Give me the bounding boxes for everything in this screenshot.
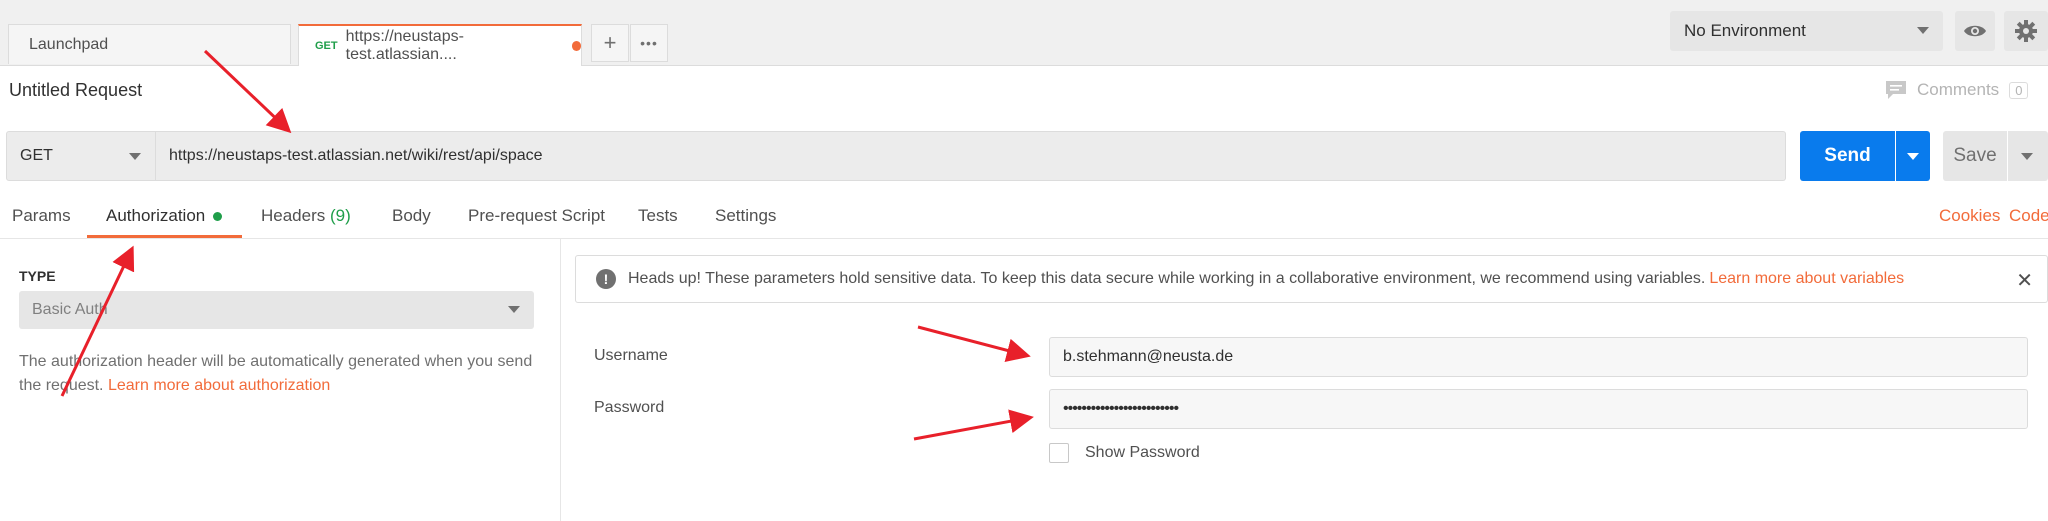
- alert-icon: !: [596, 269, 616, 289]
- save-options-button[interactable]: [2008, 131, 2048, 181]
- auth-type-select[interactable]: Basic Auth: [19, 291, 534, 329]
- more-tabs-button[interactable]: •••: [630, 24, 668, 62]
- warning-text: Heads up! These parameters hold sensitiv…: [628, 270, 1706, 287]
- tab-body[interactable]: Body: [392, 206, 431, 226]
- tab-request[interactable]: GET https://neustaps-test.atlassian....: [298, 24, 582, 66]
- method-select-value: GET: [20, 147, 53, 164]
- send-button[interactable]: Send: [1800, 131, 1895, 181]
- active-dot-icon: [213, 211, 223, 221]
- comment-icon: [1886, 81, 1906, 99]
- url-input[interactable]: https://neustaps-test.atlassian.net/wiki…: [156, 131, 1786, 181]
- password-field[interactable]: •••••••••••••••••••••••••: [1049, 389, 2028, 429]
- unsaved-dot-icon: [571, 41, 581, 51]
- method-select[interactable]: GET: [6, 131, 156, 181]
- divider: [0, 238, 2048, 239]
- tab-tests[interactable]: Tests: [638, 206, 678, 226]
- environment-select-value: No Environment: [1684, 21, 1806, 40]
- cookies-link[interactable]: Cookies: [1939, 206, 2000, 226]
- environment-settings-button[interactable]: [2004, 11, 2048, 51]
- tab-authorization[interactable]: Authorization: [106, 206, 223, 226]
- chevron-down-icon: [129, 153, 141, 160]
- chevron-down-icon: [508, 306, 520, 313]
- environment-select[interactable]: No Environment: [1670, 11, 1943, 51]
- sensitive-data-warning: ! Heads up! These parameters hold sensit…: [575, 255, 2048, 303]
- tab-launchpad[interactable]: Launchpad: [8, 24, 291, 64]
- tab-pre-request-script[interactable]: Pre-request Script: [468, 206, 605, 226]
- tab-request-title: https://neustaps-test.atlassian....: [345, 28, 464, 63]
- tab-launchpad-label: Launchpad: [29, 35, 109, 53]
- chevron-down-icon: [2021, 153, 2033, 160]
- username-field[interactable]: b.stehmann@neusta.de: [1049, 337, 2028, 377]
- gear-icon: [2015, 20, 2037, 42]
- tab-params[interactable]: Params: [12, 206, 71, 226]
- arrow-to-password: [913, 409, 1034, 441]
- learn-more-variables-link[interactable]: Learn more about variables: [1709, 270, 1904, 288]
- plus-icon: +: [603, 30, 617, 55]
- headers-count: (9): [330, 206, 351, 225]
- close-icon[interactable]: ✕: [2016, 268, 2033, 293]
- send-options-button[interactable]: [1896, 131, 1930, 181]
- eye-icon: [1964, 25, 1986, 37]
- tab-method-label: GET: [315, 40, 338, 52]
- password-label: Password: [594, 399, 665, 416]
- auth-type-value: Basic Auth: [32, 301, 108, 318]
- code-link[interactable]: Code: [2009, 206, 2048, 226]
- show-password-checkbox[interactable]: [1049, 443, 1069, 463]
- username-label: Username: [594, 347, 668, 364]
- auth-description: The authorization header will be automat…: [19, 350, 539, 398]
- comments-label: Comments: [1917, 80, 2000, 99]
- comments-button[interactable]: Comments 0: [1885, 80, 2029, 100]
- learn-more-authorization-link[interactable]: Learn more about authorization: [108, 377, 330, 394]
- arrow-to-username: [917, 325, 1031, 363]
- panel-divider: [560, 239, 561, 521]
- auth-type-label: TYPE: [19, 268, 56, 284]
- tab-settings[interactable]: Settings: [715, 206, 776, 226]
- url-input-value: https://neustaps-test.atlassian.net/wiki…: [169, 147, 543, 164]
- show-password-label: Show Password: [1085, 444, 1200, 461]
- tab-headers[interactable]: Headers (9): [261, 206, 351, 226]
- tab-headers-label: Headers: [261, 206, 326, 225]
- username-value: b.stehmann@neusta.de: [1063, 348, 1234, 365]
- password-value: •••••••••••••••••••••••••: [1063, 400, 1179, 417]
- chevron-down-icon: [1907, 153, 1919, 160]
- request-title[interactable]: Untitled Request: [9, 80, 142, 101]
- new-tab-button[interactable]: +: [591, 24, 629, 62]
- more-icon: •••: [640, 35, 658, 51]
- chevron-down-icon: [1917, 27, 1929, 34]
- comments-count: 0: [2009, 81, 2029, 99]
- save-button[interactable]: Save: [1943, 131, 2007, 181]
- tab-authorization-label: Authorization: [106, 206, 206, 225]
- environment-quick-look-button[interactable]: [1955, 11, 1995, 51]
